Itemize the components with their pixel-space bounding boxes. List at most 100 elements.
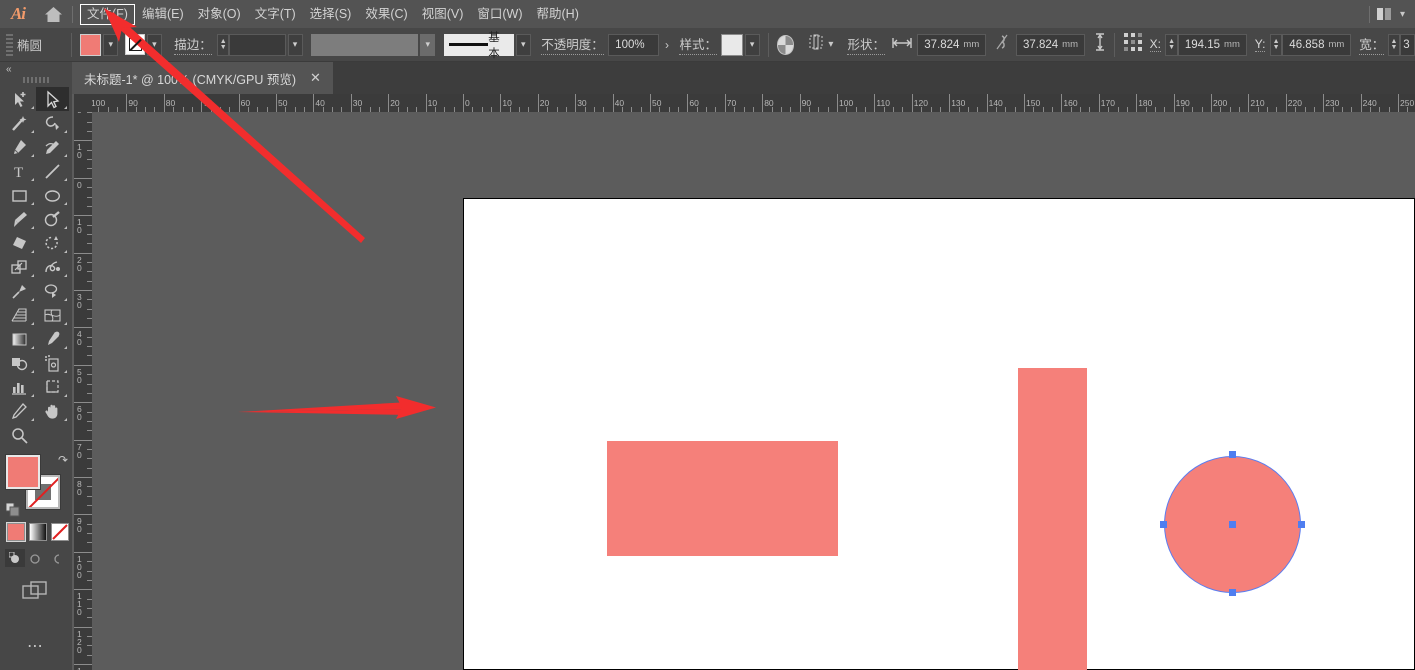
tool-magic-wand[interactable] [3, 111, 36, 135]
x-position-input[interactable]: 194.15 mm [1178, 34, 1247, 56]
home-icon[interactable] [36, 6, 70, 23]
canvas-area[interactable]: systcm.com [92, 112, 1415, 670]
fill-color-swatch[interactable] [80, 34, 101, 56]
tool-eraser[interactable] [3, 231, 36, 255]
none-color-icon[interactable] [51, 523, 69, 541]
tool-free-transform[interactable] [3, 255, 36, 279]
tool-shape-builder[interactable] [36, 255, 69, 279]
stroke-color-swatch[interactable] [125, 34, 145, 55]
tool-curvature[interactable] [36, 135, 69, 159]
tool-direct-selection[interactable] [36, 87, 69, 111]
ruler-label: 120 [77, 630, 87, 654]
tool-column-graph[interactable] [3, 375, 36, 399]
anchor-point-center[interactable] [1229, 521, 1236, 528]
opacity-options-arrow-icon[interactable]: › [665, 38, 669, 52]
tool-pen[interactable] [3, 135, 36, 159]
tool-mesh[interactable] [36, 303, 69, 327]
close-icon[interactable]: ✕ [310, 70, 321, 86]
menu-type[interactable]: 文字(T) [248, 4, 303, 25]
stroke-style-chevron-down-icon[interactable]: ▾ [516, 34, 531, 56]
stroke-profile-chevron-down-icon[interactable]: ▾ [420, 34, 435, 56]
tool-zoom[interactable] [3, 423, 36, 447]
menu-object[interactable]: 对象(O) [191, 4, 248, 25]
fill-dropdown-chevron-down-icon[interactable]: ▾ [103, 34, 118, 56]
tool-selection-plus[interactable] [3, 87, 36, 111]
edit-toolbar-ellipsis-icon[interactable]: ⋯ [0, 636, 72, 656]
anchor-point-bottom[interactable] [1229, 589, 1236, 596]
menu-help[interactable]: 帮助(H) [530, 4, 586, 25]
menu-effect[interactable]: 效果(C) [358, 4, 414, 25]
anchor-point-top[interactable] [1229, 451, 1236, 458]
default-fill-stroke-icon[interactable] [6, 503, 20, 517]
change-screen-mode-icon[interactable] [22, 581, 72, 606]
tool-slice[interactable] [3, 399, 36, 423]
stroke-profile-select[interactable] [311, 34, 418, 56]
y-position-input[interactable]: 46.858 mm [1282, 34, 1351, 56]
tool-gradient[interactable] [3, 327, 36, 351]
stroke-weight-input[interactable] [229, 34, 285, 56]
chevron-down-icon[interactable]: ▾ [1400, 9, 1405, 20]
arrange-documents-icon[interactable] [1377, 8, 1391, 20]
tool-ellipse[interactable] [36, 183, 69, 207]
tool-rectangle[interactable] [3, 183, 36, 207]
opacity-input[interactable]: 100% [608, 34, 659, 56]
tool-shaper[interactable] [36, 207, 69, 231]
style-chevron-down-icon[interactable]: ▾ [745, 34, 760, 56]
horizontal-ruler[interactable]: 1009080706050403020100102030405060708090… [92, 94, 1415, 112]
tool-rotate[interactable] [36, 231, 69, 255]
stroke-style-select[interactable]: 基本 [444, 34, 514, 56]
graphic-style-swatch[interactable] [721, 34, 742, 56]
reference-point-icon[interactable] [1123, 32, 1143, 57]
menu-edit[interactable]: 编辑(E) [135, 4, 191, 25]
document-tab[interactable]: 未标题-1* @ 100% (CMYK/GPU 预览) ✕ [72, 62, 333, 94]
fill-color-control[interactable] [6, 455, 40, 489]
swap-fill-stroke-icon[interactable]: ↷ [58, 453, 68, 467]
ruler-corner[interactable] [74, 94, 92, 112]
tool-lasso[interactable] [36, 111, 69, 135]
stroke-dropdown-chevron-down-icon[interactable]: ▾ [147, 34, 162, 56]
vertical-bar-shape[interactable] [1018, 368, 1087, 670]
tool-line-segment[interactable] [36, 159, 69, 183]
draw-inside-icon[interactable] [45, 549, 65, 567]
tool-paintbrush[interactable] [3, 207, 36, 231]
y-position-stepper[interactable]: ▲▼ [1270, 34, 1283, 56]
menu-select[interactable]: 选择(S) [303, 4, 359, 25]
menu-window[interactable]: 窗口(W) [470, 4, 529, 25]
shape-w-input[interactable]: 3 [1400, 34, 1415, 56]
shape-w-label: 宽： [1359, 34, 1384, 55]
tools-panel-grip[interactable] [23, 77, 49, 83]
stroke-weight-stepper[interactable]: ▲▼ [217, 34, 230, 56]
tool-hand[interactable] [36, 399, 69, 423]
artboard[interactable]: systcm.com [463, 198, 1415, 670]
anchor-point-left[interactable] [1160, 521, 1167, 528]
x-position-stepper[interactable]: ▲▼ [1165, 34, 1178, 56]
tool-perspective-selection[interactable] [36, 279, 69, 303]
transparency-grid-icon[interactable] [777, 35, 795, 55]
anchor-point-right[interactable] [1298, 521, 1305, 528]
shape-height-input[interactable]: 37.824 mm [1016, 34, 1085, 56]
rectangle-shape[interactable] [607, 441, 838, 556]
tool-puppet-warp[interactable] [3, 279, 36, 303]
tool-blend[interactable] [3, 351, 36, 375]
unlink-icon[interactable] [995, 33, 1009, 56]
shape-w-stepper[interactable]: ▲▼ [1388, 34, 1401, 56]
shape-width-input[interactable]: 37.824 mm [917, 34, 986, 56]
tool-eyedropper[interactable] [36, 327, 69, 351]
tool-artboard[interactable] [36, 375, 69, 399]
menu-file[interactable]: 文件(F) [80, 4, 135, 25]
control-bar-grip[interactable] [6, 34, 13, 56]
vertical-ruler[interactable]: 0100102030405060708090100110120130 [74, 112, 92, 670]
align-chevron-down-icon[interactable]: ▾ [828, 39, 833, 50]
stroke-weight-chevron-down-icon[interactable]: ▾ [288, 34, 303, 56]
tool-perspective-grid[interactable] [3, 303, 36, 327]
tool-symbol-sprayer[interactable] [36, 351, 69, 375]
gradient-icon[interactable] [29, 523, 47, 541]
flat-color-icon[interactable] [7, 523, 25, 541]
draw-normal-icon[interactable] [5, 549, 25, 567]
draw-behind-icon[interactable] [25, 549, 45, 567]
menu-view[interactable]: 视图(V) [415, 4, 471, 25]
collapse-panel-icon[interactable]: « [0, 62, 72, 75]
align-icon[interactable] [808, 34, 826, 55]
control-bar: 椭圆 ▾ ▾ 描边： ▲▼ ▾ ▾ 基本 ▾ 不透明度： 100% › 样式： … [0, 28, 1415, 62]
tool-type[interactable]: T [3, 159, 36, 183]
